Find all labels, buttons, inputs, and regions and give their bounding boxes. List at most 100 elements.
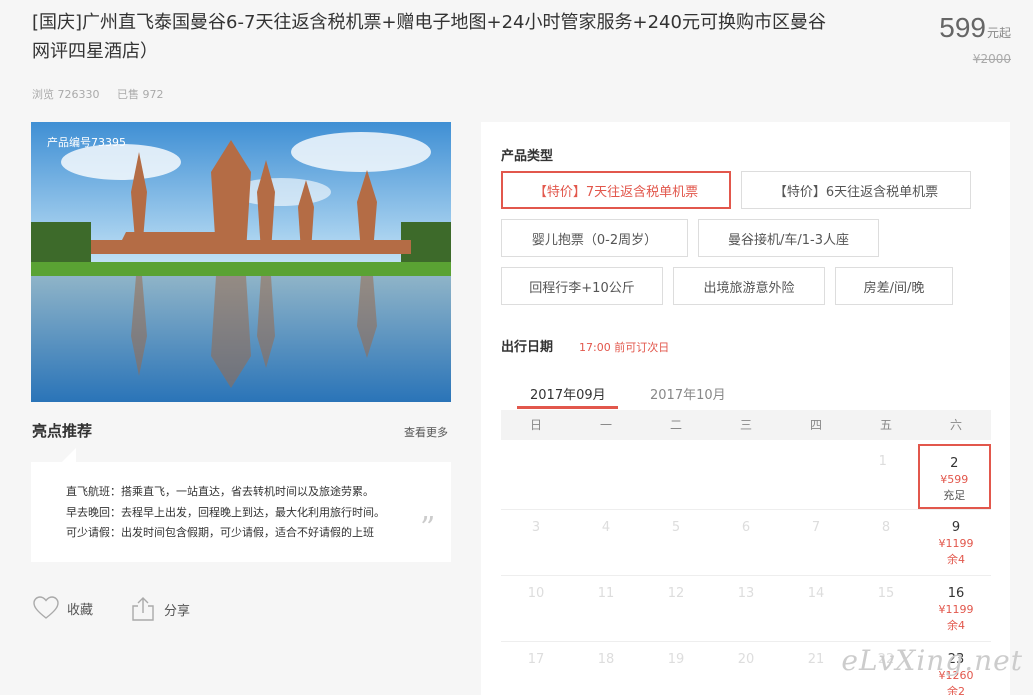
day-number: 4 — [601, 520, 611, 535]
day-number: 10 — [527, 586, 545, 601]
option-6day-ticket[interactable]: 【特价】6天往返含税单机票 — [741, 171, 971, 209]
calendar-day: 3 — [501, 510, 571, 575]
product-code: 产品编号73395 — [47, 136, 126, 149]
temple-photo-illustration — [31, 122, 451, 402]
calendar-day: 20 — [711, 642, 781, 695]
day-number: 8 — [881, 520, 891, 535]
view-count: 浏览 726330 — [32, 88, 100, 101]
day-number: 15 — [877, 586, 895, 601]
calendar-week-row: 10 11 12 13 14 15 16 ¥1199 余4 — [501, 576, 991, 642]
booking-deadline: 17:00 前可订次日 — [579, 341, 670, 354]
weekday-label: 四 — [809, 418, 822, 432]
calendar-week-row: 1 2 ¥599 充足 — [501, 444, 991, 510]
price-box: 599元起 ¥2000 — [939, 12, 1011, 66]
share-button[interactable]: 分享 — [130, 596, 190, 622]
weekday-label: 六 — [949, 418, 962, 432]
calendar-day — [709, 444, 778, 509]
tab-2017-09[interactable]: 2017年09月 — [530, 384, 606, 403]
highlight-item: 早去晚回：去程早上出发，回程晚上到达，最大化利用旅行时间。 — [66, 505, 385, 519]
calendar-day: 4 — [571, 510, 641, 575]
day-number: 6 — [741, 520, 751, 535]
favorite-button[interactable]: 收藏 — [33, 596, 93, 620]
calendar-day: 6 — [711, 510, 781, 575]
sold-count: 已售 972 — [117, 88, 164, 101]
calendar-day: 13 — [711, 576, 781, 641]
calendar-day: 7 — [781, 510, 851, 575]
calendar-day: 1 — [848, 444, 917, 509]
calendar-day: 8 — [851, 510, 921, 575]
weekday-label: 三 — [739, 418, 752, 432]
favorite-label: 收藏 — [67, 602, 94, 618]
highlight-item: 可少请假：出发时间包含假期，可少请假，适合不好请假的上班 — [66, 526, 374, 539]
highlights-title: 亮点推荐 — [32, 422, 93, 440]
day-stock: 充足 — [943, 489, 966, 502]
calendar-day: 17 — [501, 642, 571, 695]
weekday-label: 二 — [669, 418, 682, 432]
calendar-day: 18 — [571, 642, 641, 695]
day-number: 11 — [597, 586, 615, 601]
day-stock: 余4 — [947, 619, 965, 632]
weekday-label: 日 — [529, 418, 542, 432]
weekday-label: 一 — [599, 418, 612, 432]
share-icon — [132, 597, 154, 621]
calendar-day: 10 — [501, 576, 571, 641]
day-number: 1 — [878, 454, 887, 469]
day-price: ¥1199 — [938, 537, 974, 550]
weekday-header: 日 一 二 三 四 五 六 — [501, 410, 991, 440]
calendar-day — [570, 444, 639, 509]
day-number: 3 — [531, 520, 541, 535]
day-number: 2 — [950, 456, 959, 471]
day-number: 17 — [527, 652, 545, 667]
day-number: 5 — [671, 520, 681, 535]
calendar-day: 19 — [641, 642, 711, 695]
calendar-day: 12 — [641, 576, 711, 641]
option-7day-ticket[interactable]: 【特价】7天往返含税单机票 — [501, 171, 731, 209]
calendar-day — [779, 444, 848, 509]
day-number: 7 — [811, 520, 821, 535]
highlights-pointer — [62, 448, 76, 462]
calendar-day: 15 — [851, 576, 921, 641]
calendar-day — [640, 444, 709, 509]
heart-icon — [33, 596, 59, 619]
calendar-day-available[interactable]: 2 ¥599 充足 — [917, 444, 991, 509]
calendar-day — [501, 444, 570, 509]
day-number: 18 — [597, 652, 615, 667]
weekday-label: 五 — [879, 418, 892, 432]
day-number: 19 — [667, 652, 685, 667]
day-price: ¥599 — [940, 473, 969, 486]
original-price: ¥2000 — [972, 52, 1011, 66]
calendar-day-available[interactable]: 9 ¥1199 余4 — [921, 510, 991, 575]
option-airport-pickup[interactable]: 曼谷接机/车/1-3人座 — [698, 219, 879, 257]
calendar-day: 11 — [571, 576, 641, 641]
price-unit: 元起 — [986, 26, 1011, 40]
day-number: 9 — [951, 520, 961, 535]
highlight-item: 直飞航班：搭乘直飞，一站直达，省去转机时间以及旅途劳累。 — [66, 485, 374, 498]
product-title: [国庆]广州直飞泰国曼谷6-7天往返含税机票+赠电子地图+24小时管家服务+24… — [32, 12, 826, 62]
tab-2017-10[interactable]: 2017年10月 — [650, 384, 726, 403]
option-travel-insurance[interactable]: 出境旅游意外险 — [673, 267, 825, 305]
day-number: 13 — [737, 586, 755, 601]
calendar-day: 14 — [781, 576, 851, 641]
calendar-day-available[interactable]: 16 ¥1199 余4 — [921, 576, 991, 641]
share-label: 分享 — [164, 603, 191, 619]
view-more-link[interactable]: 查看更多 — [404, 424, 448, 440]
product-stats: 浏览 726330 已售 972 — [32, 86, 178, 102]
active-tab-indicator — [517, 406, 618, 409]
product-photo[interactable]: 产品编号73395 — [31, 122, 451, 402]
day-number: 20 — [737, 652, 755, 667]
day-stock: 余2 — [947, 685, 965, 695]
option-infant-ticket[interactable]: 婴儿抱票（0-2周岁） — [501, 219, 688, 257]
calendar-day: 5 — [641, 510, 711, 575]
day-stock: 余4 — [947, 553, 965, 566]
booking-panel: 产品类型 【特价】7天往返含税单机票 【特价】6天往返含税单机票 婴儿抱票（0-… — [481, 122, 1010, 695]
day-number: 12 — [667, 586, 685, 601]
day-price: ¥1199 — [938, 603, 974, 616]
site-watermark: eLvXing.net — [841, 644, 1023, 677]
travel-date-title: 出行日期 — [501, 340, 554, 355]
product-type-title: 产品类型 — [501, 149, 554, 164]
option-room-supplement[interactable]: 房差/间/晚 — [835, 267, 953, 305]
day-number: 14 — [807, 586, 825, 601]
highlights-list: 直飞航班：搭乘直飞，一站直达，省去转机时间以及旅途劳累。 早去晚回：去程早上出发… — [66, 482, 385, 544]
price-value: 599 — [939, 12, 986, 43]
option-extra-luggage[interactable]: 回程行李+10公斤 — [501, 267, 663, 305]
